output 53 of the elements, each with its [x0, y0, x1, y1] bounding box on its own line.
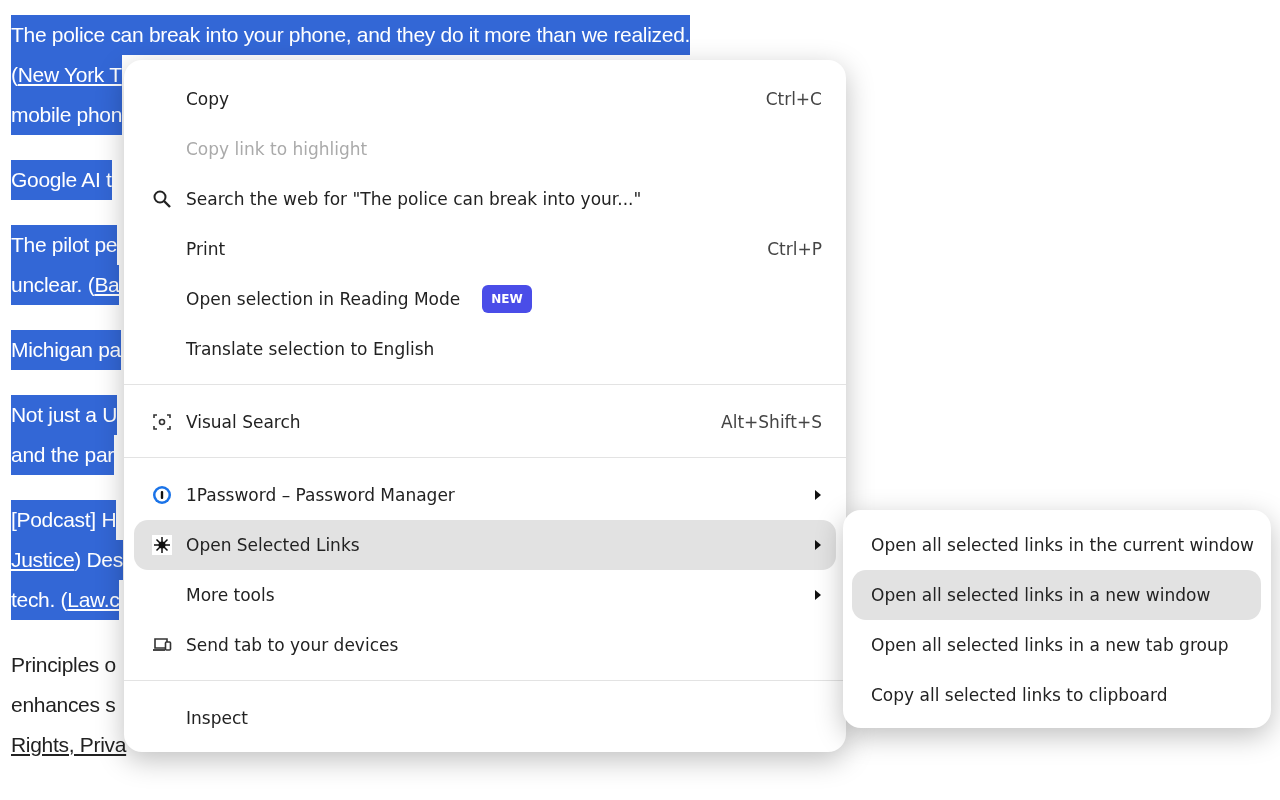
menu-item[interactable]: More tools [134, 570, 836, 620]
menu-item-label: 1Password – Password Manager [186, 485, 455, 505]
shortcut-text: Ctrl+C [765, 89, 822, 109]
menu-item[interactable]: 1Password – Password Manager [134, 470, 836, 520]
menu-item[interactable]: Open Selected Links [134, 520, 836, 570]
text: The police can break into your phone, and they do it more than we realized. [11, 23, 691, 46]
shortcut-text: Alt+Shift+S [721, 412, 822, 432]
text: The pilot pe [11, 233, 118, 256]
menu-item-label: Inspect [186, 708, 248, 728]
menu-item-label: Translate selection to English [186, 339, 435, 359]
search-icon [152, 189, 172, 209]
submenu-item[interactable]: Copy all selected links to clipboard [852, 670, 1261, 720]
text: Google AI t [11, 168, 112, 191]
text: and the par [11, 443, 114, 466]
text: enhances s [11, 693, 116, 716]
menu-item[interactable]: Search the web for "The police can break into your..." [134, 174, 836, 224]
text: [Podcast] H [11, 508, 117, 531]
text: mobile phon [11, 103, 123, 126]
shortcut-text: Ctrl+P [767, 239, 822, 259]
text: Not just a U [11, 403, 118, 426]
link[interactable]: New York T [17, 63, 122, 86]
menu-item-label: More tools [186, 585, 275, 605]
menu-item[interactable]: Copy Ctrl+C [134, 74, 836, 124]
text: Principles o [11, 653, 116, 676]
password-manager-icon [152, 485, 172, 505]
menu-item-label: Send tab to your devices [186, 635, 399, 655]
link[interactable]: Rights, Priva [11, 733, 127, 756]
text: unclear. ( [11, 273, 95, 296]
menu-item[interactable]: Send tab to your devices [134, 620, 836, 670]
text: tech. ( [11, 588, 68, 611]
menu-item[interactable]: Print Ctrl+P [134, 224, 836, 274]
menu-item-label: Visual Search [186, 412, 301, 432]
menu-item[interactable]: Inspect [134, 693, 836, 743]
menu-item-label: Search the web for "The police can break into your..." [186, 189, 642, 209]
new-badge: NEW [482, 285, 532, 313]
submenu-item[interactable]: Open all selected links in the current window [852, 520, 1261, 570]
visual-search-icon [152, 412, 172, 432]
menu-item-label: Copy link to highlight [186, 139, 368, 159]
sparkle-icon [152, 535, 172, 555]
menu-item-label: Print [186, 239, 226, 259]
menu-item-label: Copy [186, 89, 230, 109]
menu-item-label: Open Selected Links [186, 535, 360, 555]
link[interactable]: Ba [94, 273, 120, 296]
submenu-item[interactable]: Open all selected links in a new window [852, 570, 1261, 620]
menu-item[interactable]: Visual Search Alt+Shift+S [134, 397, 836, 447]
link[interactable]: Law.c [67, 588, 120, 611]
text: ( [11, 63, 18, 86]
menu-item[interactable]: Open selection in Reading Mode NEW [134, 274, 836, 324]
menu-item[interactable]: Translate selection to English [134, 324, 836, 374]
text: Michigan pa [11, 338, 121, 361]
text: ) Des [74, 548, 123, 571]
menu-item-label: Open selection in Reading Mode [186, 289, 461, 309]
submenu-item[interactable]: Open all selected links in a new tab group [852, 620, 1261, 670]
